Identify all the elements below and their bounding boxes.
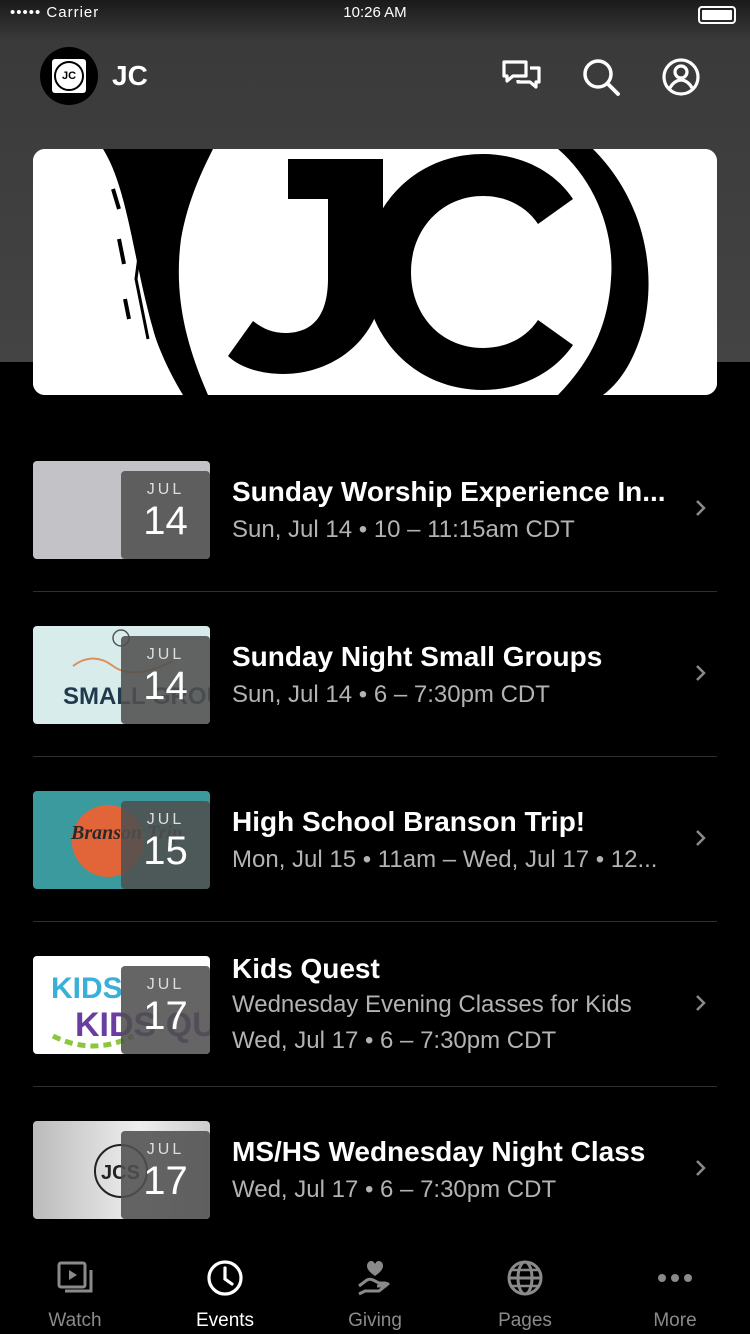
profile-button[interactable] bbox=[660, 56, 702, 98]
tab-label: More bbox=[653, 1310, 697, 1331]
chat-button[interactable] bbox=[500, 56, 542, 98]
event-day: 17 bbox=[143, 1159, 188, 1203]
clock: 10:26 AM bbox=[343, 4, 407, 21]
church-banner bbox=[33, 149, 717, 395]
event-month: JUL bbox=[146, 646, 185, 663]
tab-pages[interactable]: Pages bbox=[450, 1246, 600, 1334]
logo-mark: JC bbox=[54, 61, 84, 91]
svg-text:KIDS: KIDS bbox=[51, 972, 123, 1005]
event-date-badge: JUL 17 bbox=[121, 966, 210, 1054]
event-time: Sun, Jul 14 • 6 – 7:30pm CDT bbox=[232, 681, 550, 708]
account-icon bbox=[662, 58, 700, 96]
status-bar: ••••• Carrier 10:26 AM bbox=[0, 0, 750, 26]
event-time: Wed, Jul 17 • 6 – 7:30pm CDT bbox=[232, 1176, 557, 1203]
tab-more[interactable]: More bbox=[600, 1246, 750, 1334]
divider bbox=[33, 1086, 717, 1087]
globe-icon bbox=[507, 1260, 543, 1296]
event-day: 15 bbox=[143, 829, 188, 873]
chevron-right-icon bbox=[696, 665, 706, 681]
search-icon bbox=[583, 59, 620, 96]
event-day: 14 bbox=[143, 664, 188, 708]
event-title: MS/HS Wednesday Night Class bbox=[232, 1136, 646, 1167]
event-title: Sunday Night Small Groups bbox=[232, 641, 603, 672]
more-icon bbox=[658, 1274, 692, 1282]
event-row[interactable]: JCS JUL 17 MS/HS Wednesday Night Class W… bbox=[0, 1088, 750, 1252]
chevron-right-icon bbox=[696, 1160, 706, 1176]
event-date-badge: JUL 14 bbox=[121, 471, 210, 559]
app-header: JC JC bbox=[0, 44, 750, 108]
event-row[interactable]: SMALL GROUPS JUL 14 Sunday Night Small G… bbox=[0, 593, 750, 757]
event-time: Wed, Jul 17 • 6 – 7:30pm CDT bbox=[232, 1027, 557, 1054]
tab-bar: Watch Events Giving Pages More bbox=[0, 1246, 750, 1334]
event-day: 17 bbox=[143, 994, 188, 1038]
tab-label: Events bbox=[195, 1310, 255, 1331]
divider bbox=[33, 756, 717, 757]
event-description: Wednesday Evening Classes for Kids bbox=[232, 991, 632, 1018]
event-month: JUL bbox=[146, 811, 185, 828]
battery-icon bbox=[698, 6, 736, 24]
event-title: High School Branson Trip! bbox=[232, 806, 586, 837]
chevron-right-icon bbox=[696, 830, 706, 846]
app-title: JC bbox=[112, 60, 148, 91]
chevron-right-icon bbox=[696, 500, 706, 516]
event-time: Mon, Jul 15 • 11am – Wed, Jul 17 • 12... bbox=[232, 846, 658, 873]
event-month: JUL bbox=[146, 481, 185, 498]
event-day: 14 bbox=[143, 499, 188, 543]
event-row[interactable]: Branson Trip JUL 15 High School Branson … bbox=[0, 758, 750, 922]
event-title: Kids Quest bbox=[232, 953, 380, 984]
giving-icon bbox=[358, 1261, 390, 1296]
chevron-right-icon bbox=[696, 995, 706, 1011]
event-date-badge: JUL 14 bbox=[121, 636, 210, 724]
event-date-badge: JUL 15 bbox=[121, 801, 210, 889]
tab-events[interactable]: Events bbox=[150, 1246, 300, 1334]
tab-giving[interactable]: Giving bbox=[300, 1246, 450, 1334]
tab-label: Giving bbox=[348, 1310, 402, 1331]
event-row[interactable]: JUL 14 Sunday Worship Experience In... S… bbox=[0, 428, 750, 592]
clock-icon bbox=[207, 1260, 243, 1296]
event-title: Sunday Worship Experience In... bbox=[232, 476, 666, 507]
tab-label: Watch bbox=[48, 1310, 102, 1331]
divider bbox=[33, 921, 717, 922]
event-row[interactable]: KIDS KIDS QUEST JUL 17 Kids Quest Wednes… bbox=[0, 923, 750, 1087]
search-button[interactable] bbox=[580, 56, 622, 98]
event-month: JUL bbox=[146, 1141, 185, 1158]
tab-watch[interactable]: Watch bbox=[0, 1246, 150, 1334]
chat-icon bbox=[502, 60, 541, 89]
jc-logo-artwork bbox=[33, 149, 717, 395]
event-date-badge: JUL 17 bbox=[121, 1131, 210, 1219]
event-month: JUL bbox=[146, 976, 185, 993]
event-time: Sun, Jul 14 • 10 – 11:15am CDT bbox=[232, 516, 575, 543]
tab-label: Pages bbox=[498, 1310, 552, 1331]
watch-icon bbox=[57, 1261, 93, 1293]
divider bbox=[33, 591, 717, 592]
church-logo[interactable]: JC bbox=[40, 47, 98, 105]
